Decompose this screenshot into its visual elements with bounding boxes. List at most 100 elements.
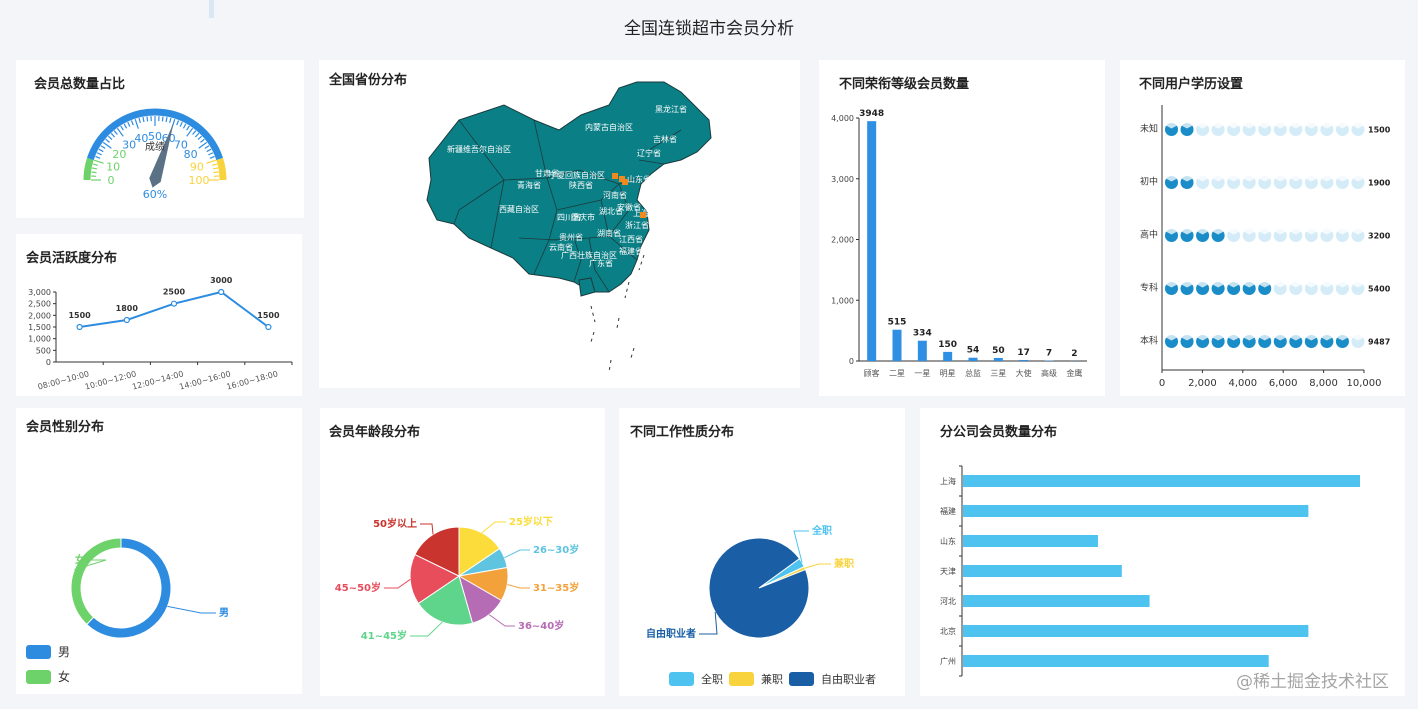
- y-tick-label: 3,000: [831, 175, 854, 184]
- pie-label-line: [504, 549, 530, 559]
- pie-label-line: [384, 579, 411, 589]
- gauge-tick: [192, 130, 197, 135]
- x-tick-label: 12:00~14:00: [131, 369, 184, 391]
- gauge-tick: [92, 163, 99, 166]
- x-tick-label: 一星: [914, 369, 930, 378]
- x-tick-label: 10,000: [1347, 378, 1382, 389]
- pie-label: 男: [219, 607, 229, 619]
- gauge-tick: [211, 163, 218, 166]
- bar-value-label: 334: [913, 329, 932, 339]
- gauge-card: 会员总数量占比 0102030405060708090100成绩60%: [16, 60, 304, 218]
- gauge-tick: [93, 159, 104, 164]
- legend-item-female[interactable]: 女: [26, 668, 70, 685]
- pie-label-line: [167, 605, 216, 614]
- y-tick-label: 北京: [940, 626, 956, 636]
- china-map[interactable]: 黑龙江省内蒙古自治区吉林省新疆维吾尔自治区 辽宁省甘肃省宁夏回族自治区青海省 陕西省…: [319, 60, 800, 388]
- legend-item-parttime[interactable]: 兼职: [729, 671, 783, 687]
- gauge-tick: [182, 123, 187, 129]
- province-label: 青海省: [517, 180, 541, 190]
- education-pictorial-chart: 0 2,000 4,000 6,000 8,000 10,000 未知 1500 初中 1900 高…: [1140, 105, 1391, 389]
- gauge-tick: [200, 138, 205, 143]
- pie-label: 50岁以上: [373, 517, 417, 530]
- province-label: 辽宁省: [637, 148, 661, 158]
- bar-value-label: 1900: [1368, 179, 1391, 188]
- map-marker: [612, 173, 618, 179]
- province-label: 西藏自治区: [499, 204, 539, 214]
- legend-item-fulltime[interactable]: 全职: [669, 671, 723, 687]
- gauge-tick: [138, 117, 141, 124]
- gauge-tick: [197, 135, 203, 141]
- x-tick-label: 大使: [1016, 368, 1032, 378]
- gauge-tick: [146, 116, 149, 122]
- province-label: 江西省: [619, 234, 643, 244]
- gauge-tick: [186, 125, 190, 131]
- y-tick-label: 500: [36, 346, 51, 355]
- gauge-chart: 0102030405060708090100成绩60%: [83, 108, 227, 201]
- y-tick-label: 4,000: [831, 114, 854, 123]
- pie-label: 26~30岁: [533, 543, 579, 556]
- nine-dash-line: [624, 281, 630, 299]
- age-pie-chart: 25岁以下 26~30岁 31~35岁 36~40岁 41~45岁 45~50岁 50岁以上: [335, 515, 579, 642]
- x-tick-label: 总监: [965, 368, 981, 378]
- pie-label: 女: [75, 553, 85, 566]
- pie-label-line: [488, 614, 515, 627]
- y-tick-label: 2,000: [831, 236, 854, 245]
- legend-label-female: 女: [58, 670, 71, 684]
- nine-dash-line: [616, 317, 620, 329]
- bar: [892, 329, 902, 361]
- gauge-tick: [95, 155, 101, 159]
- gauge-tick: [91, 171, 97, 174]
- gauge-tick-label: 80: [184, 148, 198, 161]
- gauge-tick: [107, 135, 113, 141]
- series-line: [79, 290, 269, 328]
- map-marker: [640, 212, 646, 218]
- legend-item-male[interactable]: 男: [26, 643, 70, 660]
- bar-value-label: 2: [1071, 349, 1077, 359]
- bar-value-label: 150: [938, 340, 957, 350]
- watermark: @稀土掘金技术社区: [1236, 672, 1389, 692]
- gauge-label: 成绩: [145, 140, 165, 153]
- gauge-tick-label: 0: [108, 174, 115, 187]
- province-label: 陕西省: [569, 180, 593, 190]
- bar: [867, 121, 877, 361]
- y-tick-label: 1,000: [28, 335, 51, 344]
- gauge-tick: [134, 118, 139, 129]
- bar: [917, 340, 927, 361]
- bar: [963, 475, 1360, 487]
- honor-card: 不同荣衔等级会员数量 0 1,000 2,000 3,000 4,000 3948 顾客 51…: [819, 60, 1105, 396]
- data-point: [265, 323, 272, 331]
- pie-label-line: [410, 621, 443, 637]
- age-card: 会员年龄段分布 25岁以下 26~30岁 31~35岁 36~40岁 41~45岁 45~…: [320, 408, 605, 696]
- x-tick-label: 14:00~16:00: [178, 369, 231, 391]
- pie-label: 36~40岁: [518, 619, 564, 632]
- province-label: 广东省: [589, 258, 613, 268]
- province-label: 黑龙江省: [655, 104, 687, 114]
- province-label: 福建省: [619, 246, 643, 256]
- legend-swatch-fulltime: [669, 672, 694, 686]
- pie-label: 41~45岁: [361, 629, 407, 642]
- x-tick-label: 4,000: [1228, 378, 1257, 389]
- legend-item-freelance[interactable]: 自由职业者: [789, 671, 876, 687]
- gauge-tick: [176, 120, 180, 126]
- nine-dash-line: [630, 347, 635, 359]
- gauge-band-0: [83, 157, 94, 181]
- x-tick-label: 三星: [990, 369, 1006, 378]
- map-card: 全国省份分布 黑龙江省 内蒙古自治区 吉林省 新疆维吾尔自治区 辽宁省 甘肃省 宁夏回族自治…: [319, 60, 800, 388]
- gauge-tick: [113, 130, 118, 135]
- y-tick-label: 福建: [940, 506, 956, 516]
- gauge-tick: [130, 120, 134, 126]
- x-tick-label: 顾客: [864, 368, 880, 378]
- gauge-tick: [98, 148, 104, 153]
- y-tick-label: 初中: [1140, 176, 1158, 188]
- bar-value-label: 7: [1046, 349, 1052, 359]
- y-tick-label: 0: [849, 357, 854, 366]
- map-marker: [622, 179, 628, 185]
- gauge-tick: [110, 132, 116, 138]
- work-card: 不同工作性质分布 全职 兼职 自由职业者 全职 兼职 自由职业者: [619, 408, 905, 696]
- x-tick-label: 0: [1159, 378, 1165, 389]
- legend-swatch-freelance: [789, 672, 814, 686]
- y-tick-label: 0: [46, 358, 51, 367]
- gauge-tick: [100, 145, 106, 149]
- gauge-tick: [208, 152, 214, 156]
- y-tick-label: 专科: [1140, 282, 1158, 294]
